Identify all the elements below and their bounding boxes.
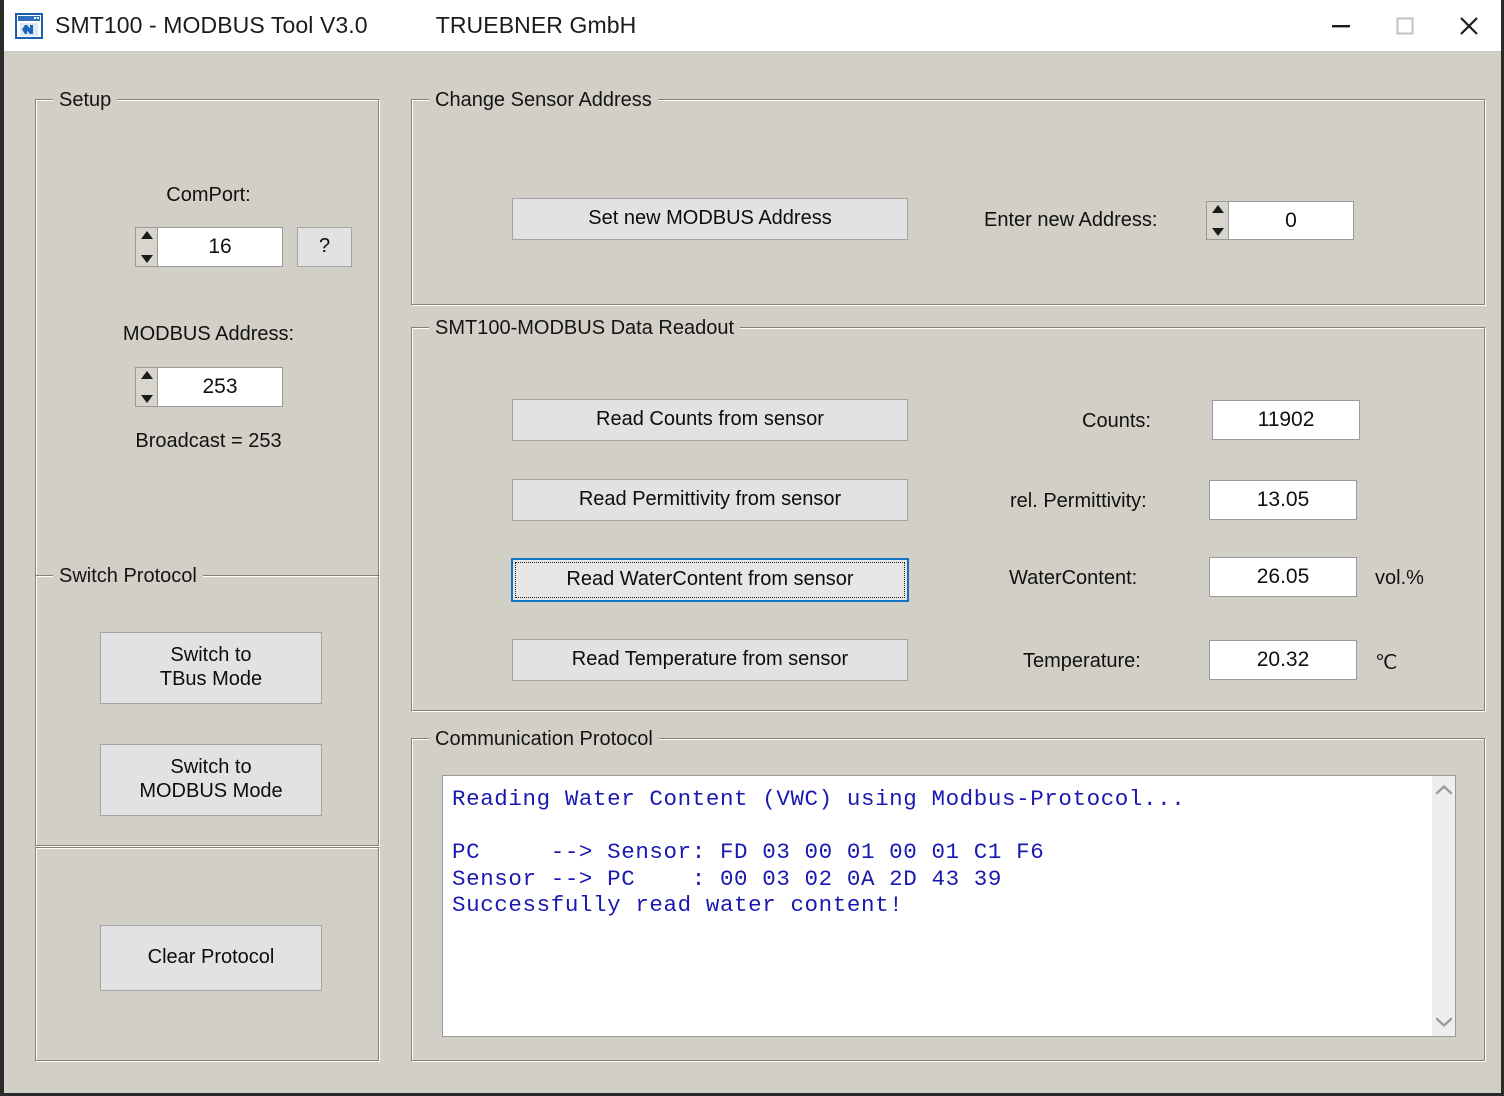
- comport-input[interactable]: 16: [157, 227, 283, 267]
- enter-new-address-spinner[interactable]: 0: [1206, 201, 1354, 240]
- permittivity-value[interactable]: 13.05: [1209, 480, 1357, 520]
- chevron-down-icon[interactable]: [1434, 1014, 1454, 1030]
- modbus-address-spinner-arrows[interactable]: [135, 367, 157, 407]
- communication-protocol-group-title: Communication Protocol: [429, 728, 659, 751]
- read-counts-button[interactable]: Read Counts from sensor: [512, 399, 908, 441]
- clear-protocol-button[interactable]: Clear Protocol: [100, 925, 322, 991]
- comport-spinner[interactable]: 16: [135, 227, 283, 267]
- modbus-address-spinner[interactable]: 253: [135, 367, 283, 407]
- change-sensor-address-group: Change Sensor Address Set new MODBUS Add…: [411, 89, 1486, 306]
- spinner-down-icon[interactable]: [140, 395, 153, 403]
- clear-protocol-group: Clear Protocol: [35, 847, 380, 1062]
- read-temperature-button[interactable]: Read Temperature from sensor: [512, 639, 908, 681]
- minimize-button[interactable]: [1309, 0, 1373, 52]
- spinner-down-icon[interactable]: [1211, 228, 1224, 236]
- switch-to-tbus-button[interactable]: Switch to TBus Mode: [100, 632, 322, 704]
- set-new-modbus-address-button[interactable]: Set new MODBUS Address: [512, 198, 908, 240]
- data-readout-group-title: SMT100-MODBUS Data Readout: [429, 317, 741, 340]
- app-window-icon: [15, 12, 43, 39]
- communication-protocol-log[interactable]: Reading Water Content (VWC) using Modbus…: [443, 776, 1431, 1036]
- enter-new-address-label: Enter new Address:: [984, 209, 1158, 231]
- spinner-up-icon[interactable]: [140, 231, 153, 239]
- temperature-value[interactable]: 20.32: [1209, 640, 1357, 680]
- temperature-unit: ℃: [1375, 652, 1398, 674]
- title-bar: SMT100 - MODBUS Tool V3.0 TRUEBNER GmbH: [4, 0, 1501, 52]
- comport-help-button[interactable]: ?: [297, 227, 352, 267]
- enter-new-address-spinner-arrows[interactable]: [1206, 201, 1228, 240]
- setup-group: Setup ComPort: 16 ? MODBUS Address: 253 …: [35, 89, 380, 577]
- spinner-down-icon[interactable]: [140, 255, 153, 263]
- window-controls: [1309, 0, 1501, 52]
- communication-protocol-textarea[interactable]: Reading Water Content (VWC) using Modbus…: [442, 775, 1456, 1037]
- chevron-up-icon[interactable]: [1434, 782, 1454, 798]
- enter-new-address-input[interactable]: 0: [1228, 201, 1354, 240]
- switch-to-modbus-button[interactable]: Switch to MODBUS Mode: [100, 744, 322, 816]
- permittivity-label: rel. Permittivity:: [1010, 490, 1147, 512]
- maximize-icon: [1392, 13, 1418, 39]
- setup-group-title: Setup: [53, 89, 118, 112]
- read-watercontent-button-label: Read WaterContent from sensor: [566, 568, 854, 591]
- comport-label: ComPort:: [166, 184, 251, 206]
- switch-protocol-group-title: Switch Protocol: [53, 565, 203, 588]
- read-watercontent-button[interactable]: Read WaterContent from sensor: [511, 558, 909, 602]
- counts-label: Counts:: [1082, 410, 1151, 432]
- watercontent-unit: vol.%: [1375, 567, 1424, 589]
- broadcast-note: Broadcast = 253: [135, 430, 282, 452]
- spinner-up-icon[interactable]: [1211, 205, 1224, 213]
- read-permittivity-button[interactable]: Read Permittivity from sensor: [512, 479, 908, 521]
- company-name: TRUEBNER GmbH: [435, 12, 637, 38]
- switch-protocol-group: Switch Protocol Switch to TBus Mode Swit…: [35, 565, 380, 847]
- data-readout-group: SMT100-MODBUS Data Readout Read Counts f…: [411, 317, 1486, 712]
- watercontent-value[interactable]: 26.05: [1209, 557, 1357, 597]
- window-title: SMT100 - MODBUS Tool V3.0: [55, 12, 368, 38]
- communication-protocol-group: Communication Protocol Reading Water Con…: [411, 728, 1486, 1062]
- spinner-up-icon[interactable]: [140, 371, 153, 379]
- close-icon: [1454, 11, 1484, 41]
- modbus-address-input[interactable]: 253: [157, 367, 283, 407]
- modbus-address-label: MODBUS Address:: [122, 323, 295, 345]
- close-button[interactable]: [1437, 0, 1501, 52]
- protocol-scrollbar[interactable]: [1431, 776, 1455, 1036]
- counts-value[interactable]: 11902: [1212, 400, 1360, 440]
- temperature-label: Temperature:: [1023, 650, 1141, 672]
- minimize-icon: [1328, 13, 1354, 39]
- watercontent-label: WaterContent:: [1009, 567, 1138, 589]
- change-sensor-address-group-title: Change Sensor Address: [429, 89, 658, 112]
- comport-spinner-arrows[interactable]: [135, 227, 157, 267]
- maximize-button[interactable]: [1373, 0, 1437, 52]
- application-window: SMT100 - MODBUS Tool V3.0 TRUEBNER GmbH: [0, 0, 1504, 1096]
